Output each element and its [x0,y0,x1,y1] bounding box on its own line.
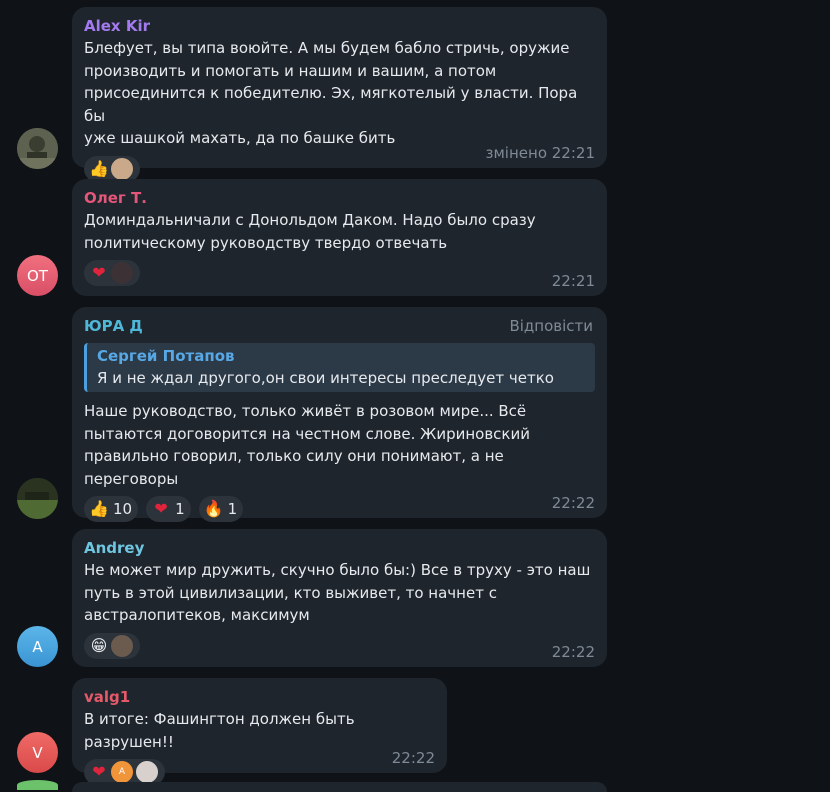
message-time: 22:22 [551,494,595,512]
avatar-photo-icon [17,478,58,519]
reactor-avatar-icon [135,760,159,784]
reaction-heart[interactable]: ❤ 1 [146,496,191,522]
message-time: 22:22 [551,643,595,661]
message-time: 22:22 [391,749,435,767]
sender-name[interactable]: valg1 [84,686,435,708]
reaction-fire[interactable]: 🔥 1 [198,496,244,522]
avatar-andrey[interactable]: A [17,626,58,667]
message-time: 22:21 [551,272,595,290]
reaction-thumbs-up[interactable]: 👍 10 [84,496,139,522]
next-message-bubble-partial [72,782,607,792]
next-avatar-partial [17,780,58,790]
heart-icon: ❤ [92,762,106,781]
reactor-avatar-icon [110,261,134,285]
message-bubble[interactable]: ЮРА Д Відповісти Сергей Потапов Я и не ж… [72,307,607,522]
sender-name[interactable]: Andrey [84,537,595,559]
reaction-heart[interactable]: ❤ [84,260,140,286]
reaction-thumbs-up[interactable]: 👍 [84,155,140,182]
message-text: Блефует, вы типа воюйте. А мы будем бабл… [84,39,578,147]
quoted-message[interactable]: Сергей Потапов Я и не ждал другого,он св… [84,343,595,392]
reaction-grin[interactable]: 😁 [84,632,140,659]
reactor-avatar-icon [110,633,134,658]
fire-icon: 🔥 [203,499,224,518]
avatar-oleg[interactable]: ОТ [17,255,58,296]
sender-name[interactable]: Alex Kir [84,15,595,37]
avatar-yura[interactable] [17,478,58,519]
message-bubble[interactable]: Олег Т. Доминдальничали с Донольдом Дако… [72,179,607,296]
reaction-count: 10 [113,500,133,518]
message-bubble[interactable]: valg1 В итоге: Фашингтон должен быть раз… [72,678,447,785]
message-text: Не может мир дружить, скучно было бы:) В… [84,561,591,624]
reactor-avatar-icon [110,156,134,181]
message-text: Доминдальничали с Донольдом Даком. Надо … [84,211,536,252]
thumbs-up-icon: 👍 [89,158,109,178]
reactions-bar: 👍 10 ❤ 1 🔥 1 [84,496,595,522]
message-bubble[interactable]: Andrey Не может мир дружить, скучно было… [72,529,607,667]
message-text: В итоге: Фашингтон должен быть разрушен!… [84,710,355,751]
avatar-valg1[interactable]: V [17,732,58,773]
avatar-photo-icon [17,128,58,169]
message-text: Наше руководство, только живёт в розовом… [84,402,530,488]
reactor-avatar-icon: A [110,760,134,784]
quote-text: Я и не ждал другого,он свои интересы пре… [97,369,554,387]
message-bubble[interactable]: Alex Kir Блефует, вы типа воюйте. А мы б… [72,7,607,182]
reaction-count: 1 [227,500,238,518]
reaction-count: 1 [175,500,185,518]
avatar-alex-kir[interactable] [17,128,58,169]
thumbs-up-icon: 👍 [89,499,109,518]
reactions-bar: 😁 [84,632,595,659]
heart-icon: ❤ [92,263,106,282]
grinning-face-icon: 😁 [90,635,108,655]
reactions-bar: ❤ [84,260,595,286]
quote-sender: Сергей Потапов [97,347,235,365]
reply-button[interactable]: Відповісти [509,317,593,335]
sender-name[interactable]: Олег Т. [84,187,595,209]
heart-icon: ❤ [154,499,168,518]
message-time: змінено 22:21 [485,144,595,162]
